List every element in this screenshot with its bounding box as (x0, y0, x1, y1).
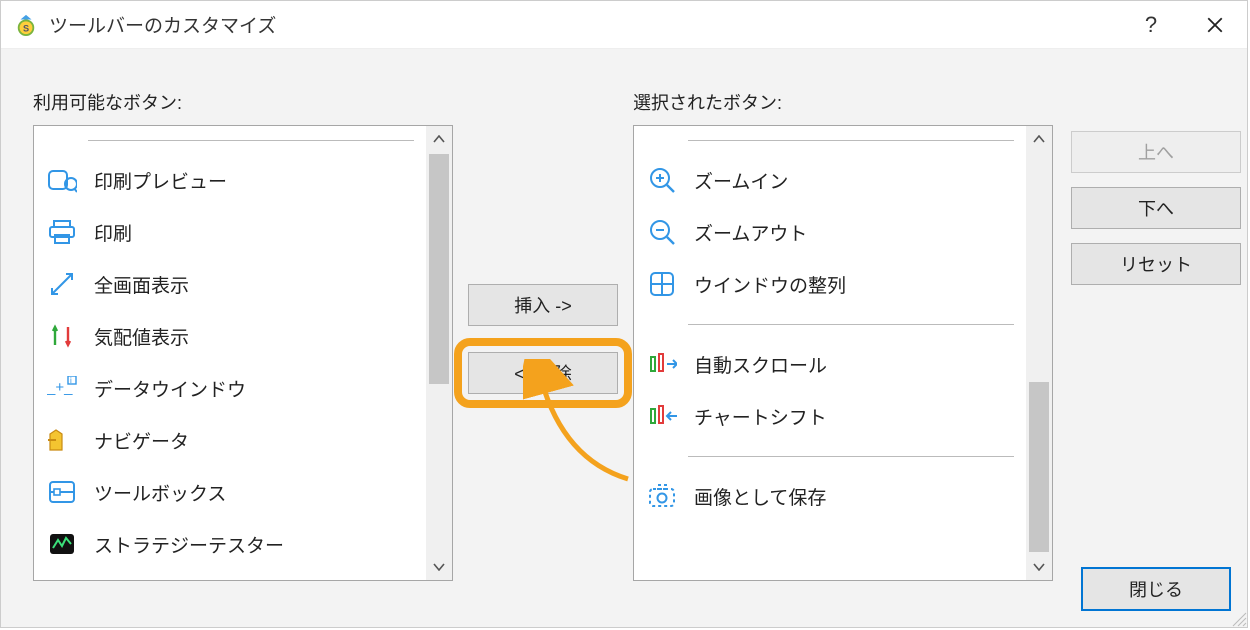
print-icon (44, 214, 80, 250)
list-item-label: ズームイン (694, 167, 788, 194)
dialog-body: 利用可能なボタン: 印刷プレビュー (1, 49, 1247, 627)
list-item-label: 印刷プレビュー (94, 167, 227, 194)
available-listbox[interactable]: 印刷プレビュー 印刷 全画面表示 (33, 125, 453, 581)
scroll-up-icon[interactable] (1026, 126, 1052, 152)
list-item[interactable]: ウインドウの整列 (634, 258, 1026, 310)
list-item-label: 画像として保存 (694, 483, 826, 510)
list-item[interactable]: 印刷 (34, 206, 426, 258)
list-item[interactable]: ストラテジーテスター (34, 518, 426, 570)
list-item[interactable]: 全画面表示 (34, 258, 426, 310)
scroll-thumb[interactable] (1029, 382, 1049, 552)
svg-text:S: S (23, 23, 29, 33)
help-button[interactable]: ? (1119, 1, 1183, 49)
selected-list: ズームイン ズームアウト ウインドウの整列 (634, 126, 1026, 580)
scroll-up-icon[interactable] (426, 126, 452, 152)
scroll-down-icon[interactable] (426, 554, 452, 580)
fullscreen-icon (44, 266, 80, 302)
chartshift-icon (644, 398, 680, 434)
list-item-label: ズームアウト (694, 219, 807, 246)
list-separator[interactable] (88, 126, 414, 154)
selected-listbox[interactable]: ズームイン ズームアウト ウインドウの整列 (633, 125, 1053, 581)
close-button[interactable]: 閉じる (1081, 567, 1231, 611)
saveimage-icon (644, 478, 680, 514)
available-scrollbar[interactable] (426, 126, 452, 580)
dialog-window: S ツールバーのカスタマイズ ? 利用可能なボタン: 印刷 (0, 0, 1248, 628)
down-button[interactable]: 下へ (1071, 187, 1241, 229)
up-button[interactable]: 上へ (1071, 131, 1241, 173)
app-icon: S (15, 14, 37, 36)
tilewindows-icon (644, 266, 680, 302)
navigator-icon (44, 422, 80, 458)
list-separator[interactable] (688, 126, 1014, 154)
list-item-label: ナビゲータ (94, 427, 189, 454)
available-list: 印刷プレビュー 印刷 全画面表示 (34, 126, 426, 580)
list-item[interactable]: ズームイン (634, 154, 1026, 206)
list-item-label: 全画面表示 (94, 271, 189, 298)
list-item[interactable]: チャートシフト (634, 390, 1026, 442)
datawindow-icon: _+_i (44, 370, 80, 406)
selected-label: 選択されたボタン: (633, 89, 1053, 115)
list-item-label: ストラテジーテスター (94, 531, 284, 558)
list-item[interactable]: ズームアウト (634, 206, 1026, 258)
list-item[interactable]: 画像として保存 (634, 470, 1026, 522)
svg-text:i: i (70, 376, 72, 385)
autoscroll-icon (644, 346, 680, 382)
reset-button[interactable]: リセット (1071, 243, 1241, 285)
list-item-label: チャートシフト (694, 403, 827, 430)
scroll-thumb[interactable] (429, 154, 449, 384)
resize-grip[interactable] (1229, 609, 1247, 627)
print-preview-icon (44, 162, 80, 198)
marketwatch-icon (44, 318, 80, 354)
selected-scrollbar[interactable] (1026, 126, 1052, 580)
available-label: 利用可能なボタン: (33, 89, 453, 115)
list-item-label: データウインドウ (94, 375, 246, 402)
zoomout-icon (644, 214, 680, 250)
strategytester-icon (44, 526, 80, 562)
list-item-label: 気配値表示 (94, 323, 189, 350)
titlebar: S ツールバーのカスタマイズ ? (1, 1, 1247, 49)
list-item[interactable]: 自動スクロール (634, 338, 1026, 390)
insert-button[interactable]: 挿入 -> (468, 284, 618, 326)
remove-button[interactable]: <- 削除 (468, 352, 618, 394)
list-item-label: ツールボックス (94, 479, 226, 506)
window-close-button[interactable] (1183, 1, 1247, 49)
list-separator[interactable] (688, 310, 1014, 338)
zoomin-icon (644, 162, 680, 198)
list-separator[interactable] (688, 442, 1014, 470)
scroll-down-icon[interactable] (1026, 554, 1052, 580)
list-item-label: 印刷 (94, 219, 132, 246)
list-item[interactable]: 印刷プレビュー (34, 154, 426, 206)
list-item[interactable]: _+_i データウインドウ (34, 362, 426, 414)
list-item[interactable]: 気配値表示 (34, 310, 426, 362)
list-item-label: 自動スクロール (694, 351, 827, 378)
toolbox-icon (44, 474, 80, 510)
list-item-label: ウインドウの整列 (694, 271, 846, 298)
dialog-title: ツールバーのカスタマイズ (49, 11, 1119, 38)
list-item[interactable]: ツールボックス (34, 466, 426, 518)
list-item[interactable]: ナビゲータ (34, 414, 426, 466)
